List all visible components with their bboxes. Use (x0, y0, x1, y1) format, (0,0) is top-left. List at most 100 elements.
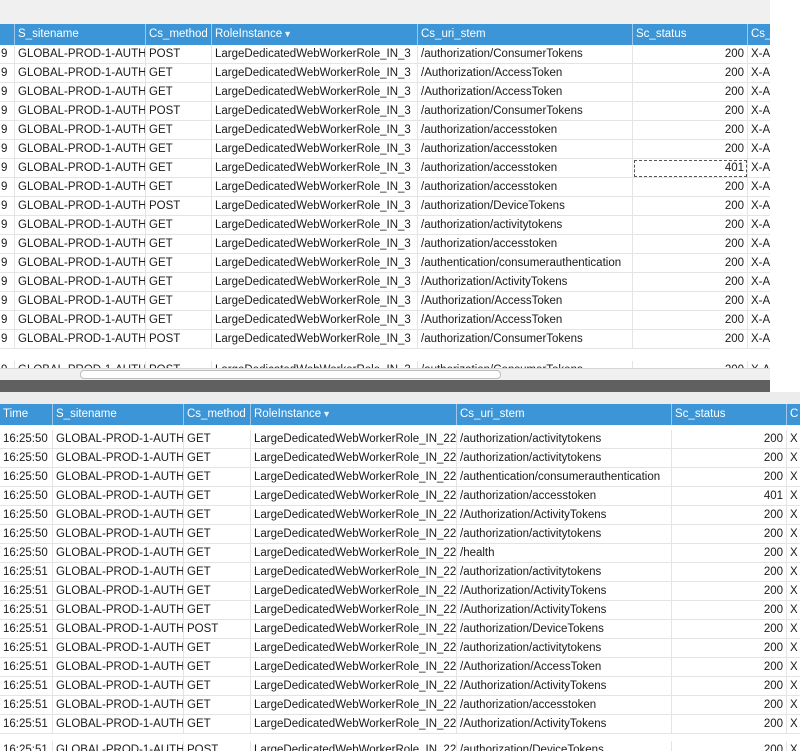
table-row[interactable]: 16:25:50 GLOBAL-PROD-1-AUTH GET LargeDedica… (0, 544, 800, 563)
cell-roleinstance[interactable]: LargeDedicatedWebWorkerRole_IN_22 (251, 677, 457, 696)
cell-sc-status[interactable]: 200 (672, 544, 787, 563)
top-col-cs-uri-stem[interactable]: Cs_uri_stem (418, 24, 633, 45)
cell-cs-uri-stem[interactable]: /authorization/DeviceTokens (457, 741, 672, 751)
cell-roleinstance[interactable]: LargeDedicatedWebWorkerRole_IN_3 (212, 216, 418, 235)
cell-cs-uri-stem[interactable]: /authorization/accesstoken (457, 696, 672, 715)
cell-s-sitename[interactable]: GLOBAL-PROD-1-AUTH (53, 677, 184, 696)
cell-cs-method[interactable]: GET (184, 582, 251, 601)
cell-sc-status[interactable]: 200 (672, 658, 787, 677)
filter-funnel-icon[interactable]: ▼ (283, 29, 292, 39)
cell-cs-uri-stem[interactable]: /authorization/accesstoken (418, 159, 633, 178)
table-row[interactable]: 16:25:50 GLOBAL-PROD-1-AUTH GET LargeDedica… (0, 506, 800, 525)
cell-cs-method[interactable]: GET (146, 64, 212, 83)
cell-left-stub[interactable]: 9 (0, 140, 15, 159)
cell-right-stub[interactable]: X (787, 658, 800, 677)
cell-left-stub[interactable]: 9 (0, 159, 15, 178)
cell-cs-uri-stem[interactable]: /Authorization/AccessToken (418, 64, 633, 83)
cell-time[interactable]: 16:25:51 (0, 620, 53, 639)
cell-cs-uri-stem[interactable]: /authorization/accesstoken (418, 140, 633, 159)
bottom-col-s-sitename[interactable]: S_sitename (53, 404, 184, 425)
cell-right-stub[interactable]: X-A (748, 216, 770, 235)
cell-sc-status[interactable]: 200 (672, 525, 787, 544)
cell-cs-method[interactable]: GET (184, 639, 251, 658)
table-row[interactable]: 16:25:50 GLOBAL-PROD-1-AUTH GET LargeDedica… (0, 449, 800, 468)
cell-sc-status[interactable]: 200 (672, 430, 787, 449)
table-row[interactable]: 9 GLOBAL-PROD-1-AUTH GET LargeDedicatedWebW… (0, 273, 770, 292)
cell-right-stub[interactable]: X-A (748, 140, 770, 159)
table-row[interactable]: 16:25:51 GLOBAL-PROD-1-AUTH GET LargeDedica… (0, 696, 800, 715)
cell-s-sitename[interactable]: GLOBAL-PROD-1-AUTH (53, 544, 184, 563)
cell-right-stub[interactable]: X-A (748, 64, 770, 83)
cell-roleinstance[interactable]: LargeDedicatedWebWorkerRole_IN_22 (251, 468, 457, 487)
cell-roleinstance[interactable]: LargeDedicatedWebWorkerRole_IN_3 (212, 330, 418, 349)
cell-roleinstance[interactable]: LargeDedicatedWebWorkerRole_IN_22 (251, 741, 457, 751)
cell-s-sitename[interactable]: GLOBAL-PROD-1-AUTH (15, 159, 146, 178)
cell-sc-status[interactable]: 200 (633, 178, 748, 197)
table-row[interactable]: 16:25:51 GLOBAL-PROD-1-AUTH GET LargeDedica… (0, 582, 800, 601)
cell-cs-uri-stem[interactable]: /authorization/accesstoken (418, 178, 633, 197)
cell-right-stub[interactable]: X (787, 430, 800, 449)
cell-cs-method[interactable]: GET (184, 715, 251, 734)
table-row[interactable]: 9 GLOBAL-PROD-1-AUTH GET LargeDedicatedWebW… (0, 216, 770, 235)
cell-right-stub[interactable]: X (787, 601, 800, 620)
cell-roleinstance[interactable]: LargeDedicatedWebWorkerRole_IN_22 (251, 639, 457, 658)
cell-sc-status[interactable]: 200 (633, 83, 748, 102)
cell-roleinstance[interactable]: LargeDedicatedWebWorkerRole_IN_22 (251, 487, 457, 506)
cell-s-sitename[interactable]: GLOBAL-PROD-1-AUTH (53, 620, 184, 639)
cell-sc-status[interactable]: 200 (672, 715, 787, 734)
cell-right-stub[interactable]: X-A (748, 273, 770, 292)
cell-right-stub[interactable]: X (787, 544, 800, 563)
cell-cs-method[interactable]: GET (146, 292, 212, 311)
cell-s-sitename[interactable]: GLOBAL-PROD-1-AUTH (15, 330, 146, 349)
cell-time[interactable]: 16:25:50 (0, 487, 53, 506)
cell-cs-uri-stem[interactable]: /authorization/activitytokens (457, 449, 672, 468)
cell-cs-method[interactable]: GET (184, 449, 251, 468)
cell-roleinstance[interactable]: LargeDedicatedWebWorkerRole_IN_3 (212, 273, 418, 292)
table-row[interactable]: 9 GLOBAL-PROD-1-AUTH GET LargeDedicatedWebW… (0, 178, 770, 197)
cell-s-sitename[interactable]: GLOBAL-PROD-1-AUTH (53, 563, 184, 582)
cell-cs-method[interactable]: GET (184, 468, 251, 487)
cell-cs-method[interactable]: POST (146, 330, 212, 349)
cell-time[interactable]: 16:25:51 (0, 677, 53, 696)
cell-time[interactable]: 16:25:50 (0, 544, 53, 563)
cell-s-sitename[interactable]: GLOBAL-PROD-1-AUTH (15, 254, 146, 273)
cell-right-stub[interactable]: X-A (748, 102, 770, 121)
cell-roleinstance[interactable]: LargeDedicatedWebWorkerRole_IN_22 (251, 620, 457, 639)
cell-sc-status[interactable]: 200 (672, 468, 787, 487)
cell-s-sitename[interactable]: GLOBAL-PROD-1-AUTH (53, 487, 184, 506)
cell-cs-uri-stem[interactable]: /Authorization/AccessToken (418, 311, 633, 330)
cell-cs-uri-stem[interactable]: /authorization/activitytokens (418, 216, 633, 235)
cell-cs-method[interactable]: POST (146, 102, 212, 121)
cell-right-stub[interactable]: X (787, 741, 800, 751)
cell-cs-uri-stem[interactable]: /Authorization/ActivityTokens (457, 715, 672, 734)
table-row[interactable]: 16:25:51 GLOBAL-PROD-1-AUTH POST LargeDedic… (0, 620, 800, 639)
cell-cs-method[interactable]: GET (146, 235, 212, 254)
cell-time[interactable]: 16:25:50 (0, 430, 53, 449)
cell-roleinstance[interactable]: LargeDedicatedWebWorkerRole_IN_3 (212, 140, 418, 159)
table-row[interactable]: 9GLOBAL-PROD-1-AUTHPOSTLargeDedicatedWeb… (0, 102, 770, 121)
cell-cs-uri-stem[interactable]: /authorization/activitytokens (457, 563, 672, 582)
cell-cs-method[interactable]: GET (146, 273, 212, 292)
cell-sc-status[interactable]: 401 (672, 487, 787, 506)
cell-right-stub[interactable]: X (787, 582, 800, 601)
cell-cs-method[interactable]: GET (184, 525, 251, 544)
cell-sc-status[interactable]: 200 (672, 506, 787, 525)
cell-cs-method[interactable]: GET (146, 121, 212, 140)
cell-s-sitename[interactable]: GLOBAL-PROD-1-AUTH (53, 506, 184, 525)
cell-sc-status[interactable]: 200 (672, 601, 787, 620)
cell-cs-uri-stem[interactable]: /Authorization/AccessToken (418, 292, 633, 311)
cell-sc-status[interactable]: 200 (633, 361, 748, 368)
cell-cs-uri-stem[interactable]: /Authorization/ActivityTokens (457, 582, 672, 601)
cell-cs-method[interactable]: GET (184, 696, 251, 715)
cell-cs-uri-stem[interactable]: /health (457, 544, 672, 563)
cell-s-sitename[interactable]: GLOBAL-PROD-1-AUTH (15, 292, 146, 311)
cell-left-stub[interactable]: 9 (0, 216, 15, 235)
cell-cs-method[interactable]: GET (146, 140, 212, 159)
cell-cs-method[interactable]: POST (146, 45, 212, 64)
cell-s-sitename[interactable]: GLOBAL-PROD-1-AUTH (15, 102, 146, 121)
cell-cs-uri-stem[interactable]: /Authorization/AccessToken (457, 658, 672, 677)
cell-cs-uri-stem[interactable]: /Authorization/ActivityTokens (457, 601, 672, 620)
cell-roleinstance[interactable]: LargeDedicatedWebWorkerRole_IN_3 (212, 235, 418, 254)
cell-time[interactable]: 16:25:50 (0, 468, 53, 487)
cell-roleinstance[interactable]: LargeDedicatedWebWorkerRole_IN_3 (212, 45, 418, 64)
